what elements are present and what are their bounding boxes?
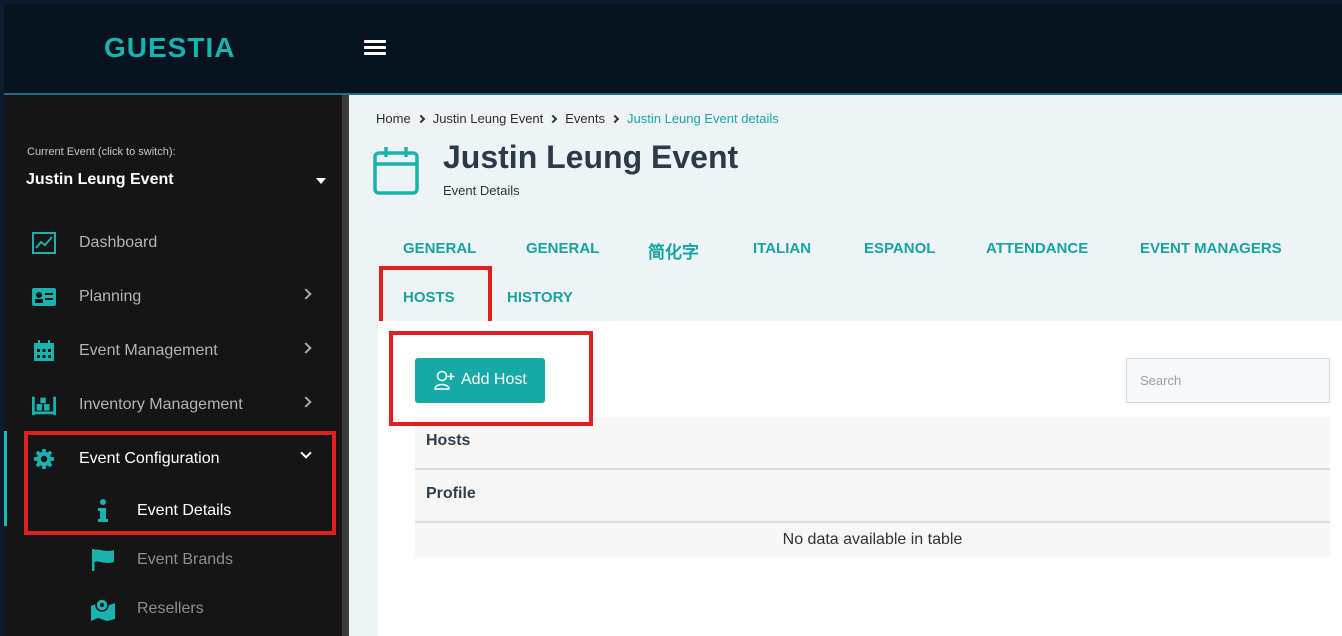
sidebar-item-dashboard[interactable]: Dashboard bbox=[4, 224, 342, 264]
app-window: GUESTIA Current Event (click to switch):… bbox=[4, 4, 1342, 636]
hosts-table: Hosts Profile No data available in table bbox=[415, 417, 1330, 557]
sidebar-item-label: Inventory Management bbox=[79, 396, 243, 413]
topbar: GUESTIA bbox=[4, 4, 1342, 93]
tab-simplified-chinese[interactable]: 简化字 bbox=[648, 238, 699, 263]
chevron-right-icon bbox=[416, 114, 425, 124]
warehouse-icon bbox=[32, 396, 56, 416]
chevron-right-icon bbox=[549, 114, 558, 124]
calendar-icon bbox=[373, 147, 419, 195]
table-empty-message: No data available in table bbox=[415, 523, 1330, 557]
sidebar-subitem-label: Event Brands bbox=[137, 551, 234, 568]
id-card-icon bbox=[32, 288, 56, 306]
map-marker-icon bbox=[91, 598, 115, 621]
calendar-grid-icon bbox=[34, 340, 54, 361]
highlight-box-sidebar bbox=[24, 431, 336, 535]
sidebar-item-label: Planning bbox=[79, 288, 142, 305]
search-input[interactable] bbox=[1126, 358, 1330, 403]
breadcrumb-current: Justin Leung Event details bbox=[627, 111, 779, 126]
breadcrumb: Home Justin Leung Event Events Justin Leung… bbox=[376, 111, 779, 126]
sidebar-item-inventory-management[interactable]: Inventory Management bbox=[4, 386, 342, 426]
highlight-box-hosts-tab bbox=[379, 266, 492, 327]
sidebar: Current Event (click to switch): Justin … bbox=[4, 95, 342, 636]
tab-general[interactable]: GENERAL bbox=[403, 240, 476, 257]
current-event-label: Current Event (click to switch): bbox=[27, 146, 176, 158]
main-content: Home Justin Leung Event Events Justin Leung… bbox=[349, 95, 1342, 636]
sidebar-item-event-management[interactable]: Event Management bbox=[4, 332, 342, 372]
sidebar-item-label: Dashboard bbox=[79, 234, 158, 251]
chevron-right-icon bbox=[300, 288, 312, 300]
sidebar-item-planning[interactable]: Planning bbox=[4, 278, 342, 318]
sidebar-subitem-resellers[interactable]: Resellers bbox=[4, 591, 342, 627]
tab-general-2[interactable]: GENERAL bbox=[526, 240, 599, 257]
hamburger-menu-icon[interactable] bbox=[364, 40, 386, 56]
current-event-switcher[interactable]: Justin Leung Event bbox=[26, 171, 174, 189]
breadcrumb-home[interactable]: Home bbox=[376, 111, 411, 126]
tab-history[interactable]: HISTORY bbox=[507, 289, 573, 306]
highlight-box-add-host bbox=[389, 331, 593, 426]
chevron-right-icon bbox=[300, 396, 312, 408]
sidebar-item-label: Event Management bbox=[79, 342, 218, 359]
tab-event-managers[interactable]: EVENT MANAGERS bbox=[1140, 240, 1282, 257]
chevron-right-icon bbox=[300, 342, 312, 354]
tab-espanol[interactable]: ESPANOL bbox=[864, 240, 935, 257]
sidebar-subitem-label: Resellers bbox=[137, 600, 204, 617]
caret-down-icon[interactable] bbox=[316, 178, 326, 184]
chart-line-icon bbox=[32, 232, 56, 254]
flag-icon bbox=[92, 549, 114, 571]
breadcrumb-event[interactable]: Justin Leung Event bbox=[433, 111, 544, 126]
chevron-right-icon bbox=[610, 114, 620, 124]
tab-attendance[interactable]: ATTENDANCE bbox=[986, 240, 1088, 257]
breadcrumb-events[interactable]: Events bbox=[565, 111, 605, 126]
sidebar-scrollbar[interactable] bbox=[342, 95, 349, 636]
sidebar-subitem-event-brands[interactable]: Event Brands bbox=[4, 542, 342, 578]
logo: GUESTIA bbox=[104, 32, 236, 63]
page-title: Justin Leung Event bbox=[443, 139, 739, 175]
tab-italian[interactable]: ITALIAN bbox=[753, 240, 811, 257]
page-subtitle: Event Details bbox=[443, 183, 520, 198]
column-header-profile[interactable]: Profile bbox=[415, 470, 1330, 523]
